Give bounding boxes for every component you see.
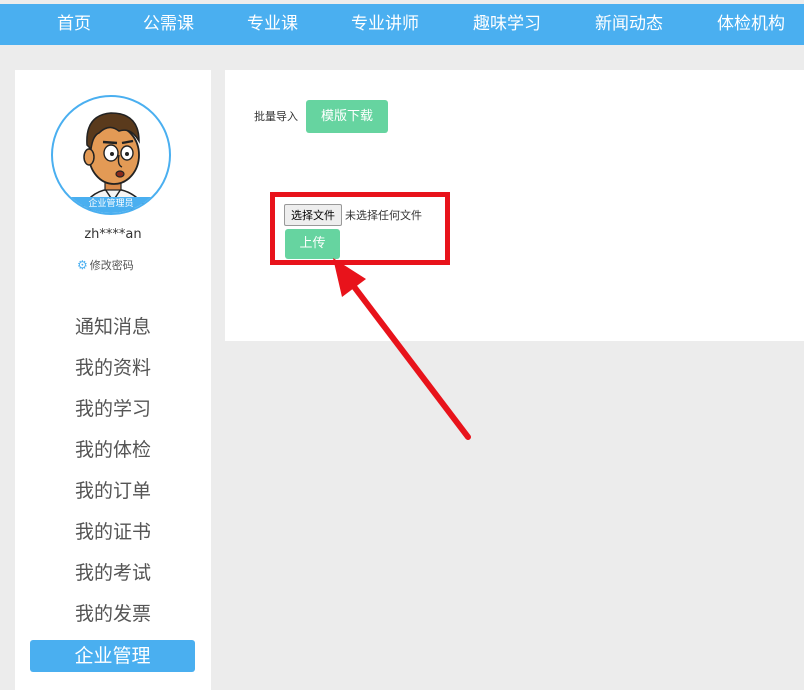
sidebar-item-my-certificates[interactable]: 我的证书: [15, 516, 211, 548]
sidebar-item-my-health-check[interactable]: 我的体检: [15, 434, 211, 466]
sidebar-item-my-exams[interactable]: 我的考试: [15, 557, 211, 589]
nav-news[interactable]: 新闻动态: [595, 4, 663, 45]
sidebar-item-my-profile[interactable]: 我的资料: [15, 352, 211, 384]
gear-icon: ⚙: [77, 258, 88, 272]
nav-fun-learning[interactable]: 趣味学习: [473, 4, 541, 45]
sidebar: 企业管理员 zh****an ⚙ 修改密码 通知消息 我的资料 我的学习 我的体检…: [15, 70, 211, 690]
upload-button[interactable]: 上传: [285, 229, 340, 259]
avatar: 企业管理员: [51, 95, 171, 215]
nav-health-check-institutions[interactable]: 体检机构: [717, 4, 785, 45]
nav-home[interactable]: 首页: [57, 4, 91, 45]
sidebar-item-my-learning[interactable]: 我的学习: [15, 393, 211, 425]
nav-professional-courses[interactable]: 专业课: [247, 4, 298, 45]
file-input: 选择文件 未选择任何文件: [284, 204, 422, 226]
batch-import-label: 批量导入: [254, 110, 298, 123]
sidebar-item-enterprise-management[interactable]: 企业管理: [30, 640, 195, 672]
change-password-label: 修改密码: [89, 259, 134, 272]
username: zh****an: [84, 227, 142, 242]
change-password-link[interactable]: ⚙ 修改密码: [77, 257, 134, 273]
nav-professional-lecturers[interactable]: 专业讲师: [351, 4, 419, 45]
top-navigation: 首页 公需课 专业课 专业讲师 趣味学习 新闻动态 体检机构: [0, 4, 804, 45]
sidebar-item-my-orders[interactable]: 我的订单: [15, 475, 211, 507]
template-download-button[interactable]: 模版下载: [306, 100, 388, 133]
nav-public-courses[interactable]: 公需课: [143, 4, 194, 45]
avatar-role-badge: 企业管理员: [53, 197, 169, 213]
main-content-panel: 批量导入 模版下载 选择文件 未选择任何文件 上传: [225, 70, 804, 341]
sidebar-item-my-invoices[interactable]: 我的发票: [15, 598, 211, 630]
no-file-selected-text: 未选择任何文件: [345, 209, 422, 222]
sidebar-item-notifications[interactable]: 通知消息: [15, 311, 211, 343]
choose-file-button[interactable]: 选择文件: [284, 204, 342, 226]
